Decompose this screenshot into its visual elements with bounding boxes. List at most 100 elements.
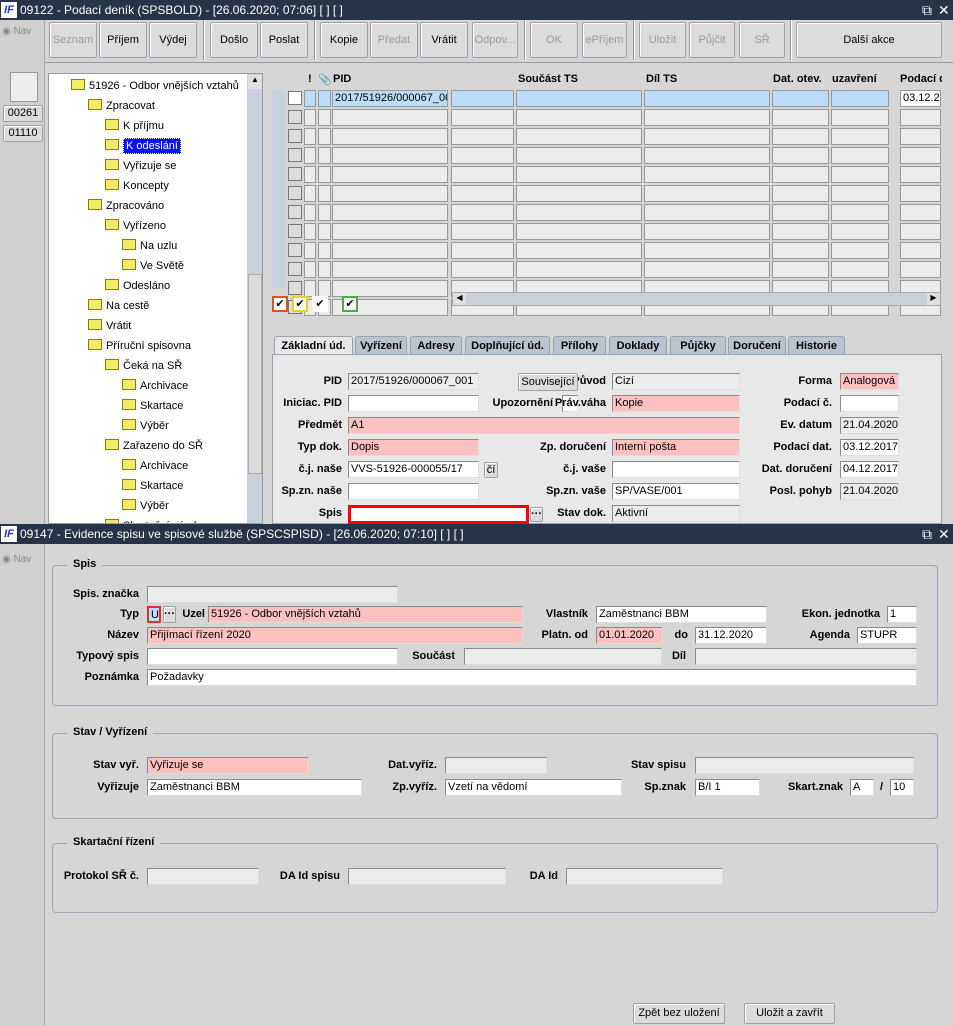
- toolbar-button-seznam[interactable]: Seznam: [49, 22, 97, 58]
- pozn-field[interactable]: Požadavky: [147, 669, 917, 686]
- grid-cell[interactable]: [644, 185, 770, 202]
- puvod-field[interactable]: Cizí: [612, 373, 740, 390]
- grid-cell[interactable]: [900, 166, 941, 183]
- close-icon[interactable]: ✕: [938, 524, 950, 544]
- grid-cell[interactable]: [644, 223, 770, 240]
- tree-item[interactable]: Skartační návrh: [105, 517, 200, 523]
- grid-cell[interactable]: [451, 90, 514, 107]
- grid-cell[interactable]: [318, 166, 331, 183]
- skart2-field[interactable]: 10: [890, 779, 914, 796]
- spis-field[interactable]: [348, 505, 529, 524]
- toolbar-button-ok[interactable]: OK: [530, 22, 578, 58]
- cjvase-field[interactable]: [612, 461, 740, 478]
- spznvase-field[interactable]: SP/VASE/001: [612, 483, 740, 500]
- grid-cell[interactable]: [451, 128, 514, 145]
- toolbar-button-s[interactable]: SŘ: [739, 22, 785, 58]
- grid-cell[interactable]: [772, 185, 829, 202]
- tree-item[interactable]: Skartace: [122, 477, 183, 495]
- tab-9[interactable]: Historie: [788, 336, 845, 355]
- platn-field[interactable]: 01.01.2020: [596, 627, 663, 644]
- grid-cell[interactable]: [772, 109, 829, 126]
- grid-cell[interactable]: 2017/51926/000067_001: [332, 90, 448, 107]
- grid-cell[interactable]: [900, 204, 941, 221]
- tab-6[interactable]: Doklady: [609, 336, 667, 355]
- stavspisu-field[interactable]: [695, 757, 914, 774]
- tab-5[interactable]: Přílohy: [553, 336, 606, 355]
- nav-radio[interactable]: ◉ Nav: [2, 26, 31, 37]
- grid-cell[interactable]: [516, 261, 642, 278]
- row-checkbox[interactable]: [288, 186, 302, 200]
- protokol-field[interactable]: [147, 868, 259, 885]
- tree-item[interactable]: Archivace: [122, 457, 188, 475]
- zpdor-field[interactable]: Interní pošta: [612, 439, 740, 456]
- grid-cell[interactable]: [304, 242, 316, 259]
- vyrizuje-field[interactable]: Zaměstnanci BBM: [147, 779, 362, 796]
- grid-cell[interactable]: [318, 185, 331, 202]
- grid-cell[interactable]: [772, 147, 829, 164]
- toolbar-button-kopie[interactable]: Kopie: [320, 22, 368, 58]
- toolbar-button-dolo[interactable]: Došlo: [210, 22, 258, 58]
- grid-cell[interactable]: [451, 109, 514, 126]
- grid-cell[interactable]: [516, 128, 642, 145]
- grid-cell[interactable]: [451, 261, 514, 278]
- zpvyr-field[interactable]: Vzetí na vědomí: [445, 779, 622, 796]
- grid-cell[interactable]: [304, 147, 316, 164]
- grid-cell[interactable]: [451, 166, 514, 183]
- back-without-save-button[interactable]: Zpět bez uložení: [633, 1003, 725, 1024]
- grid-cell[interactable]: [831, 261, 889, 278]
- grid-cell[interactable]: [304, 280, 316, 297]
- grid-cell[interactable]: [644, 147, 770, 164]
- tab-3[interactable]: Adresy: [410, 336, 462, 355]
- grid-cell[interactable]: [516, 109, 642, 126]
- grid-cell[interactable]: [772, 242, 829, 259]
- tree-item[interactable]: Čeká na SŘ: [105, 357, 182, 375]
- grid-cell[interactable]: [304, 166, 316, 183]
- spznnase-field[interactable]: [348, 483, 479, 500]
- grid-cell[interactable]: [831, 166, 889, 183]
- tab-1[interactable]: Základní úd.: [274, 336, 353, 356]
- toolbar-button-pjit[interactable]: Půjčit: [689, 22, 735, 58]
- predmet-field[interactable]: A1: [348, 417, 740, 434]
- grid-cell[interactable]: [772, 90, 829, 107]
- restore-icon[interactable]: ⧉: [922, 0, 932, 20]
- grid-cell[interactable]: [516, 242, 642, 259]
- row-checkbox[interactable]: [288, 281, 302, 295]
- stavvyr-field[interactable]: Vyřizuje se: [147, 757, 309, 774]
- grid-cell[interactable]: [332, 166, 448, 183]
- row-checkbox[interactable]: [288, 262, 302, 276]
- evdatum-field[interactable]: 21.04.2020: [840, 417, 899, 434]
- grid-cell[interactable]: [318, 261, 331, 278]
- grid-cell[interactable]: [772, 128, 829, 145]
- grid-cell[interactable]: [332, 128, 448, 145]
- grid-cell[interactable]: [318, 242, 331, 259]
- tab-4[interactable]: Doplňující úd.: [465, 336, 550, 355]
- souvisejici-button[interactable]: Související: [518, 373, 578, 391]
- grid-cell[interactable]: [900, 242, 941, 259]
- filter-checkbox[interactable]: ✔: [312, 296, 328, 312]
- row-checkbox[interactable]: [288, 243, 302, 257]
- grid-cell[interactable]: [516, 204, 642, 221]
- grid-cell[interactable]: [516, 90, 642, 107]
- dil-field[interactable]: [695, 648, 917, 665]
- grid-cell[interactable]: [900, 185, 941, 202]
- filter-checkbox[interactable]: ✔: [342, 296, 358, 312]
- grid-cell[interactable]: [644, 204, 770, 221]
- tree-item[interactable]: Výběr: [122, 417, 169, 435]
- toolbar-button-vrtit[interactable]: Vrátit: [420, 22, 468, 58]
- toolbar-button-uloit[interactable]: Uložit: [639, 22, 686, 58]
- nav-radio[interactable]: ◉ Nav: [2, 554, 31, 565]
- grid-cell[interactable]: [772, 223, 829, 240]
- stavdok-field[interactable]: Aktivní: [612, 505, 740, 522]
- grid-cell[interactable]: [451, 204, 514, 221]
- uzel-field[interactable]: 51926 - Odbor vnějších vztahů: [208, 606, 523, 623]
- close-icon[interactable]: ✕: [938, 0, 950, 20]
- forma-field[interactable]: Analogová: [840, 373, 899, 390]
- grid-cell[interactable]: [831, 223, 889, 240]
- tree-item[interactable]: Na uzlu: [122, 237, 177, 255]
- iniciac-field[interactable]: [348, 395, 479, 412]
- toolbar-button-epjem[interactable]: ePříjem: [582, 22, 627, 58]
- filter-checkbox[interactable]: ✔: [272, 296, 288, 312]
- grid-cell[interactable]: [516, 147, 642, 164]
- tree-item[interactable]: Zpracovat: [88, 97, 155, 115]
- grid-cell[interactable]: [772, 166, 829, 183]
